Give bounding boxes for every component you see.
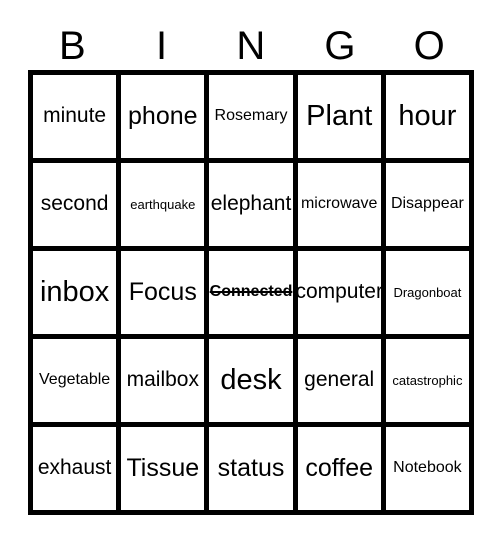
bingo-cell-text: desk	[220, 364, 282, 397]
bingo-cell[interactable]: catastrophic	[385, 339, 475, 427]
bingo-cell-text: elephant	[210, 192, 292, 216]
bingo-cell-text: microwave	[300, 195, 378, 213]
bingo-cell-text: status	[217, 454, 285, 483]
bingo-cell-text: Connected	[209, 283, 293, 301]
bingo-cell-text: hour	[398, 100, 457, 133]
bingo-cell[interactable]: exhaust	[33, 427, 122, 515]
bingo-cell-text: Focus	[128, 278, 197, 307]
bingo-grid: minute phone Rosemary Plant hour second …	[28, 70, 475, 515]
bingo-cell[interactable]: Dragonboat	[385, 251, 475, 339]
bingo-cell[interactable]: status	[209, 427, 298, 515]
bingo-cell-text: second	[40, 192, 109, 216]
bingo-row: minute phone Rosemary Plant hour	[33, 75, 475, 163]
bingo-cell-text: computer	[297, 280, 383, 304]
bingo-cell-text: exhaust	[37, 456, 112, 480]
bingo-cell[interactable]: Disappear	[385, 163, 475, 251]
bingo-header-letter-g: G	[296, 18, 385, 68]
bingo-cell[interactable]: computer	[297, 251, 386, 339]
bingo-header-row: B I N G O	[28, 18, 474, 68]
bingo-cell-text: Disappear	[390, 195, 464, 213]
bingo-cell[interactable]: Plant	[297, 75, 386, 163]
bingo-row: second earthquake elephant microwave Dis…	[33, 163, 475, 251]
bingo-cell[interactable]: mailbox	[121, 339, 210, 427]
bingo-cell-text: phone	[128, 102, 198, 131]
bingo-cell-text: Plant	[306, 100, 373, 133]
bingo-cell-text: Tissue	[126, 454, 200, 483]
bingo-cell-text: minute	[43, 104, 107, 128]
bingo-cell[interactable]: general	[297, 339, 386, 427]
bingo-header-letter-o: O	[385, 18, 474, 68]
bingo-header-letter-b: B	[28, 18, 117, 68]
bingo-cell[interactable]: earthquake	[121, 163, 210, 251]
bingo-cell[interactable]: microwave	[297, 163, 386, 251]
bingo-cell[interactable]: inbox	[33, 251, 122, 339]
bingo-cell[interactable]: elephant	[209, 163, 298, 251]
bingo-cell-text: Notebook	[393, 459, 462, 477]
bingo-card: B I N G O minute phone Rosemary Plant ho…	[0, 0, 502, 544]
bingo-cell[interactable]: hour	[385, 75, 475, 163]
header-letter-text: B	[59, 24, 87, 68]
bingo-cell-text: mailbox	[126, 368, 199, 392]
bingo-cell-text: Rosemary	[214, 107, 288, 125]
bingo-cell-text: catastrophic	[392, 372, 463, 388]
header-letter-text: O	[413, 24, 446, 68]
bingo-header-letter-n: N	[206, 18, 295, 68]
header-letter-text: G	[324, 24, 357, 68]
bingo-cell-marked[interactable]: Connected	[209, 251, 298, 339]
bingo-cell-text: general	[304, 368, 375, 392]
bingo-cell-text: Dragonboat	[393, 284, 462, 300]
bingo-cell[interactable]: minute	[33, 75, 122, 163]
bingo-cell-text: Vegetable	[39, 371, 111, 389]
bingo-row: exhaust Tissue status coffee Notebook	[33, 427, 475, 515]
bingo-row: Vegetable mailbox desk general catastrop…	[33, 339, 475, 427]
bingo-cell[interactable]: Notebook	[385, 427, 475, 515]
bingo-header-letter-i: I	[117, 18, 206, 68]
bingo-cell[interactable]: desk	[209, 339, 298, 427]
bingo-cell[interactable]: coffee	[297, 427, 386, 515]
bingo-cell-text: earthquake	[130, 196, 196, 212]
bingo-row: inbox Focus Connected computer Dragonboa…	[33, 251, 475, 339]
header-letter-text: N	[236, 24, 266, 68]
bingo-cell-text: inbox	[39, 276, 110, 309]
header-letter-text: I	[155, 24, 168, 68]
bingo-cell[interactable]: Focus	[121, 251, 210, 339]
bingo-cell[interactable]: phone	[121, 75, 210, 163]
bingo-cell[interactable]: Rosemary	[209, 75, 298, 163]
bingo-cell-text: coffee	[305, 454, 374, 483]
bingo-cell[interactable]: Tissue	[121, 427, 210, 515]
bingo-cell[interactable]: second	[33, 163, 122, 251]
bingo-cell[interactable]: Vegetable	[33, 339, 122, 427]
